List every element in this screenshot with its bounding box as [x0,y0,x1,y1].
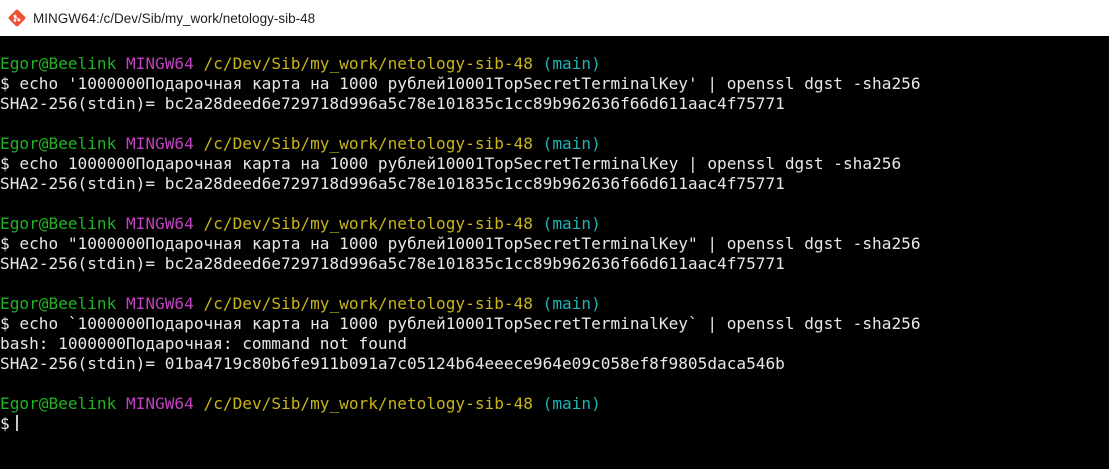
prompt-msystem: MINGW64 [125,54,194,73]
prompt-branch: (main) [542,394,601,413]
prompt-path: /c/Dev/Sib/my_work/netology-sib-48 [203,134,533,153]
prompt-line: Egor@Beelink MINGW64 /c/Dev/Sib/my_work/… [0,214,1109,234]
prompt-path: /c/Dev/Sib/my_work/netology-sib-48 [203,394,533,413]
prompt-msystem: MINGW64 [125,294,194,313]
prompt-symbol: $ [0,234,10,253]
output-line: SHA2-256(stdin)= 01ba4719c80b6fe911b091a… [0,354,785,373]
prompt-path: /c/Dev/Sib/my_work/netology-sib-48 [203,54,533,73]
command-line: $ echo 1000000Подарочная карта на 1000 р… [0,154,1109,174]
prompt-branch: (main) [542,294,601,313]
git-bash-icon [8,9,26,27]
prompt-symbol: $ [0,154,10,173]
prompt-line: Egor@Beelink MINGW64 /c/Dev/Sib/my_work/… [0,294,1109,314]
prompt-symbol: $ [0,314,10,333]
prompt-path: /c/Dev/Sib/my_work/netology-sib-48 [203,214,533,233]
prompt-branch: (main) [542,134,601,153]
prompt-symbol: $ [0,414,10,433]
prompt-user-host: Egor@Beelink [0,54,117,73]
prompt-msystem: MINGW64 [125,394,194,413]
prompt-user-host: Egor@Beelink [0,134,117,153]
prompt-user-host: Egor@Beelink [0,294,117,313]
window-title: MINGW64:/c/Dev/Sib/my_work/netology-sib-… [33,10,316,26]
text-cursor [15,415,18,431]
command-line: $ echo `1000000Подарочная карта на 1000 … [0,314,1109,334]
prompt-line: Egor@Beelink MINGW64 /c/Dev/Sib/my_work/… [0,394,1109,414]
prompt-line: Egor@Beelink MINGW64 /c/Dev/Sib/my_work/… [0,54,1109,74]
prompt-branch: (main) [542,54,601,73]
command-text: echo "1000000Подарочная карта на 1000 ру… [19,234,921,253]
prompt-branch: (main) [542,214,601,233]
command-text: echo `1000000Подарочная карта на 1000 ру… [19,314,921,333]
output-line: SHA2-256(stdin)= bc2a28deed6e729718d996a… [0,94,785,113]
prompt-user-host: Egor@Beelink [0,214,117,233]
command-line: $ echo '1000000Подарочная карта на 1000 … [0,74,1109,94]
command-text: echo 1000000Подарочная карта на 1000 руб… [19,154,902,173]
terminal-output[interactable]: Egor@Beelink MINGW64 /c/Dev/Sib/my_work/… [0,54,1109,434]
prompt-msystem: MINGW64 [125,134,194,153]
prompt-user-host: Egor@Beelink [0,394,117,413]
prompt-path: /c/Dev/Sib/my_work/netology-sib-48 [203,294,533,313]
output-line: SHA2-256(stdin)= bc2a28deed6e729718d996a… [0,174,785,193]
output-line: SHA2-256(stdin)= bc2a28deed6e729718d996a… [0,254,785,273]
prompt-line: Egor@Beelink MINGW64 /c/Dev/Sib/my_work/… [0,134,1109,154]
command-line: $ echo "1000000Подарочная карта на 1000 … [0,234,1109,254]
terminal-window: MINGW64:/c/Dev/Sib/my_work/netology-sib-… [0,0,1109,469]
command-text: echo '1000000Подарочная карта на 1000 ру… [19,74,921,93]
output-line: bash: 1000000Подарочная: command not fou… [0,334,407,353]
title-bar[interactable]: MINGW64:/c/Dev/Sib/my_work/netology-sib-… [0,0,1109,36]
prompt-msystem: MINGW64 [125,214,194,233]
current-command-line[interactable]: $ [0,414,1109,434]
prompt-symbol: $ [0,74,10,93]
